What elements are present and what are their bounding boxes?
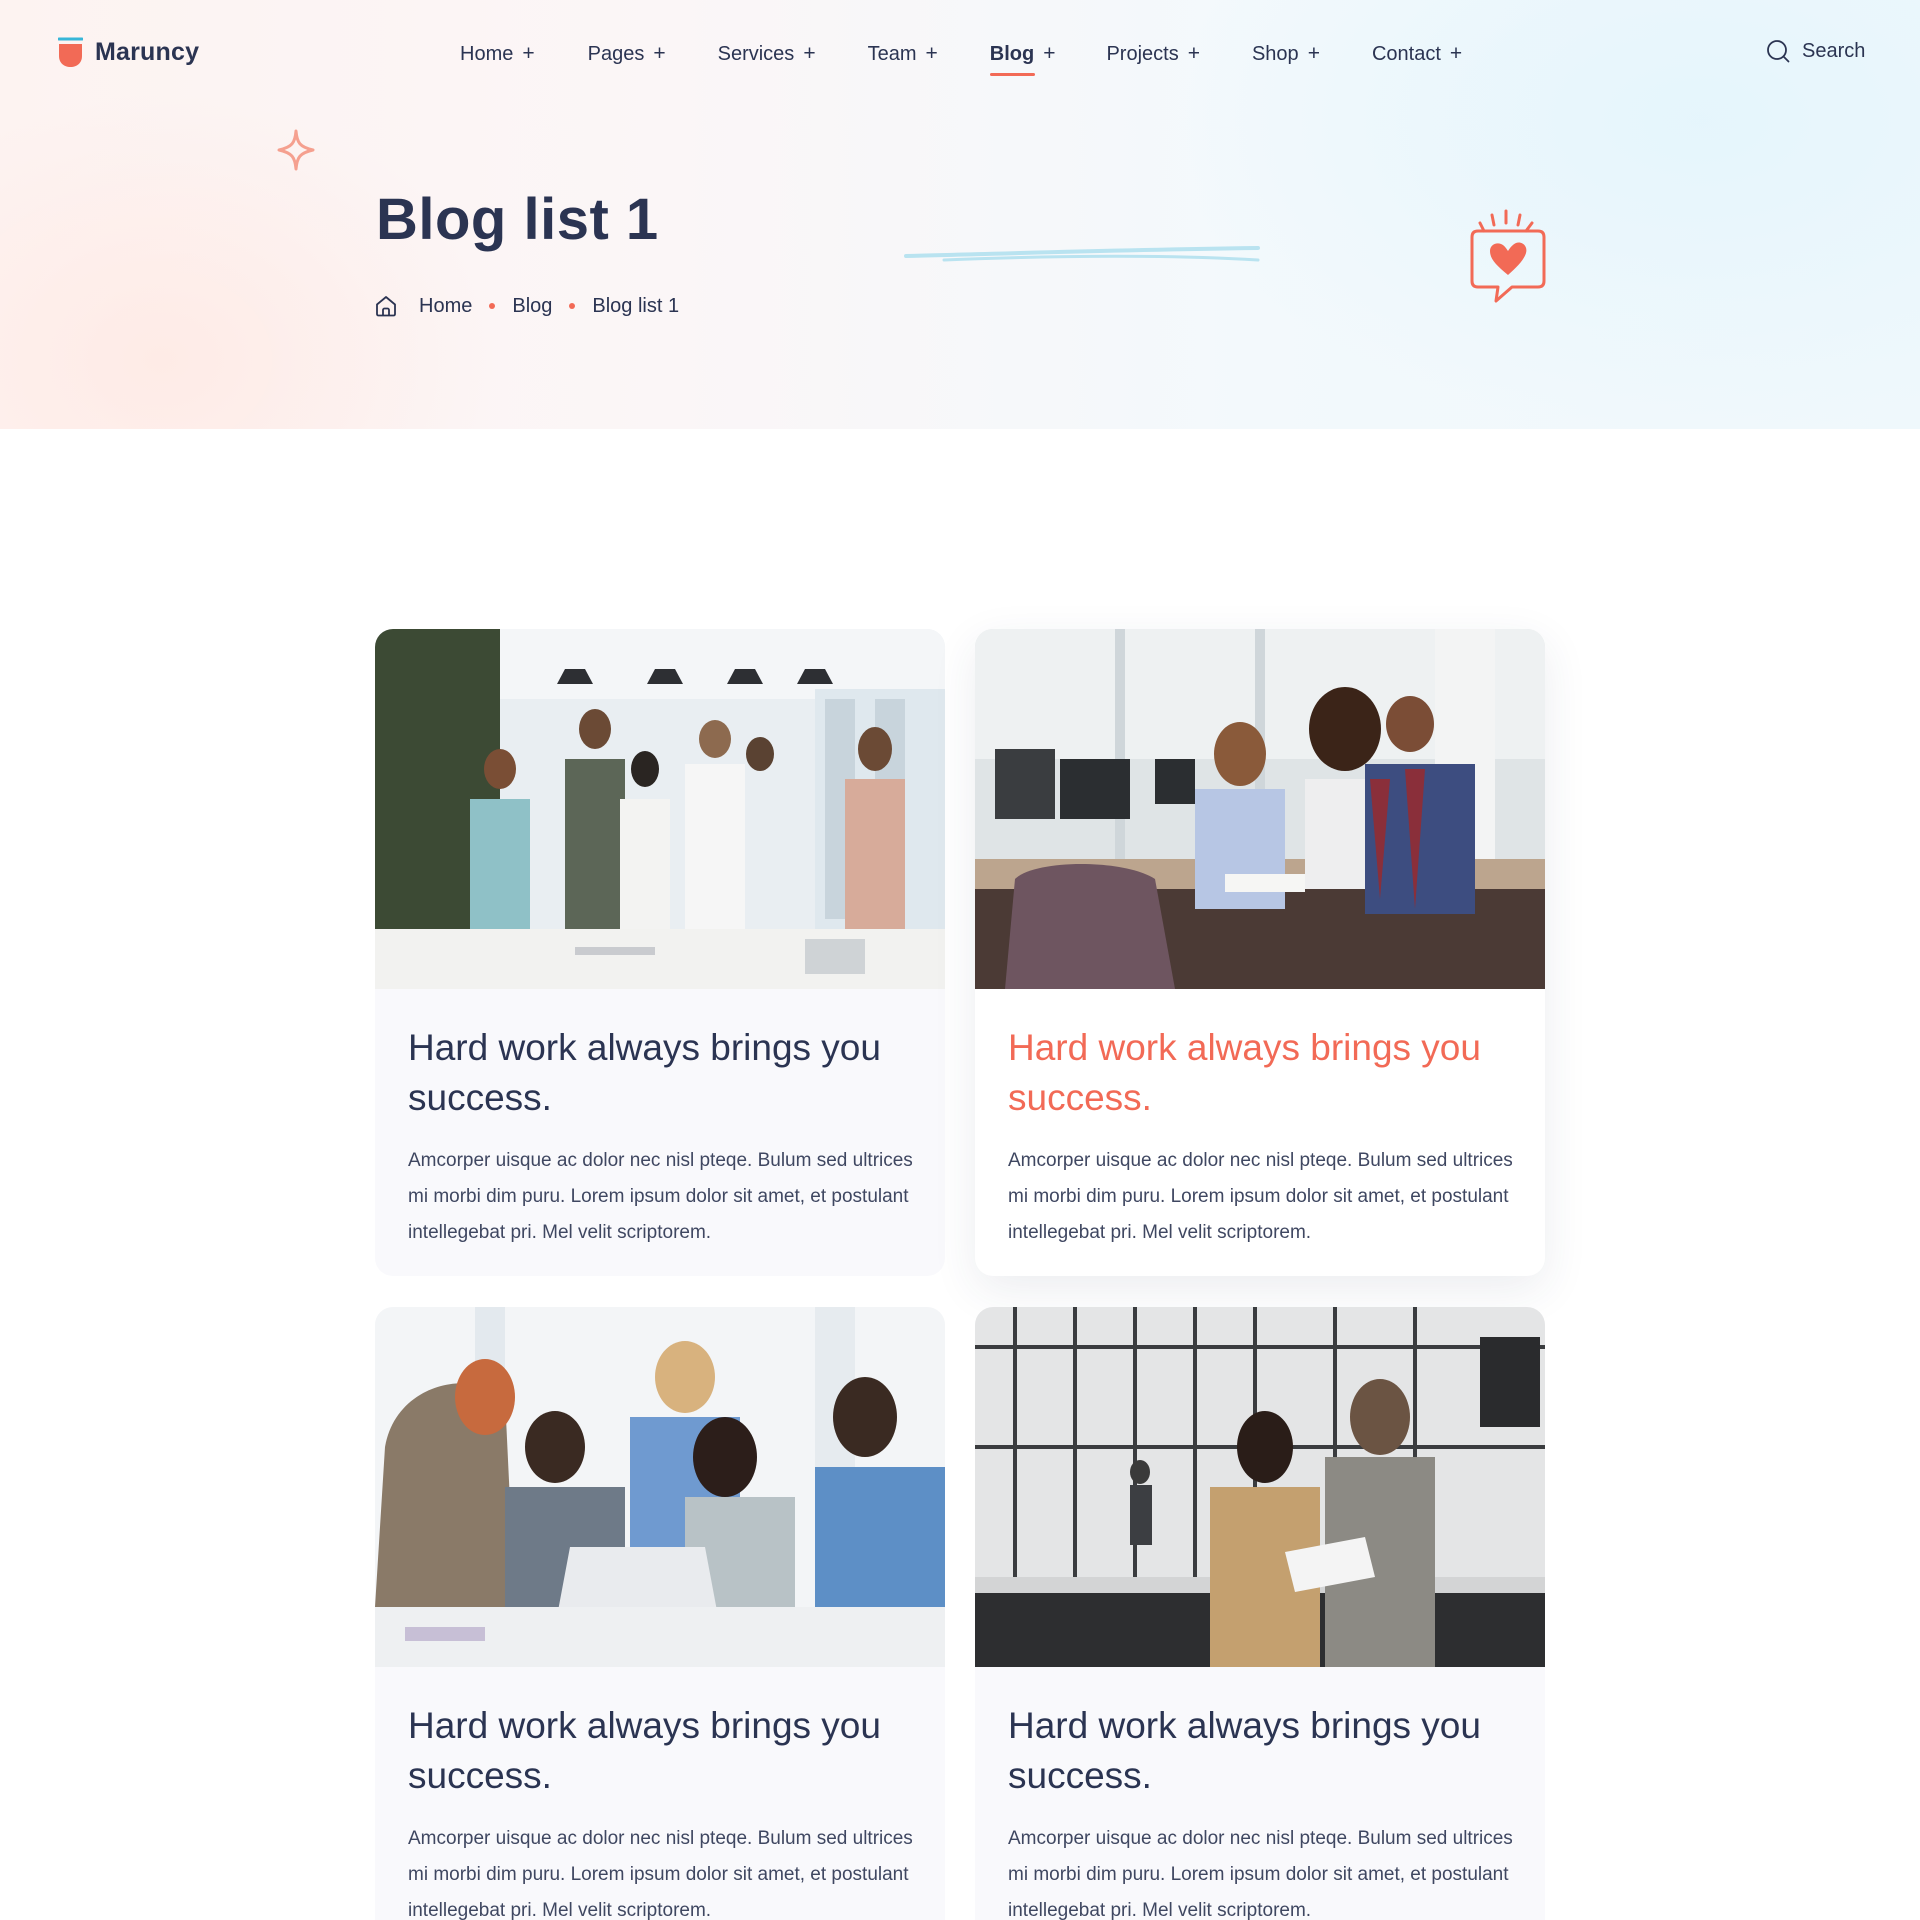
breadcrumb-current: Blog list 1 — [592, 294, 680, 317]
blog-card-excerpt: Amcorper uisque ac dolor nec nisl pteqe.… — [1008, 1150, 1513, 1243]
plus-icon: + — [1187, 42, 1200, 65]
nav-item-label: Blog — [989, 42, 1035, 65]
team-handshake-office-photo — [375, 629, 945, 989]
page-title: Blog list 1 — [376, 187, 659, 252]
nav-item-label: Home — [460, 42, 514, 65]
nav-item-pages[interactable]: Pages + — [588, 42, 666, 66]
breadcrumb-separator — [489, 303, 496, 309]
blog-card-image[interactable] — [375, 629, 945, 989]
blog-card-image[interactable] — [375, 1307, 945, 1667]
sparkle-icon — [277, 129, 315, 171]
plus-icon: + — [1307, 42, 1320, 65]
nav-item-team[interactable]: Team + — [868, 42, 938, 66]
blog-card[interactable]: Hard work always brings you success. Amc… — [375, 629, 945, 1276]
colleagues-reviewing-document-photo — [975, 629, 1545, 989]
breadcrumb-blog-link[interactable]: Blog — [512, 295, 552, 318]
brand-name: Maruncy — [95, 38, 200, 66]
plus-icon: + — [803, 42, 816, 65]
blog-card[interactable]: Hard work always brings you success. Amc… — [975, 629, 1545, 1276]
blog-card-excerpt: Amcorper uisque ac dolor nec nisl pteqe.… — [408, 1150, 913, 1243]
blog-card-title[interactable]: Hard work always brings you success. — [408, 1023, 913, 1123]
heart-chat-icon — [1470, 209, 1546, 303]
plus-icon: + — [1449, 42, 1463, 65]
plus-icon: + — [653, 42, 666, 65]
plus-icon: + — [522, 42, 535, 65]
search-button[interactable]: Search — [1766, 39, 1865, 64]
nav-item-home[interactable]: Home + — [460, 42, 535, 66]
breadcrumb: Home Blog Blog list 1 — [374, 294, 679, 318]
blog-card-image[interactable] — [975, 1307, 1545, 1667]
nav-item-label: Team — [867, 42, 917, 65]
main-nav: Home + Pages + Services + Team + Blog + … — [460, 42, 1462, 76]
search-icon — [1767, 40, 1790, 63]
nav-item-projects[interactable]: Projects + — [1106, 42, 1200, 66]
brand-logo[interactable]: Maruncy — [58, 36, 199, 69]
blog-card-excerpt: Amcorper uisque ac dolor nec nisl pteqe.… — [1008, 1828, 1513, 1920]
blog-card-title[interactable]: Hard work always brings you success. — [1008, 1701, 1513, 1801]
nav-item-label: Shop — [1251, 42, 1299, 65]
two-women-reviewing-papers-photo — [975, 1307, 1545, 1667]
nav-item-label: Services — [717, 42, 795, 65]
nav-item-services[interactable]: Services + — [718, 42, 816, 66]
home-icon[interactable] — [374, 294, 398, 318]
logo-cup-icon — [58, 37, 83, 67]
blog-card-title[interactable]: Hard work always brings you success. — [408, 1701, 913, 1801]
nav-item-shop[interactable]: Shop + — [1252, 42, 1320, 66]
page-hero: Maruncy Home + Pages + Services + Team +… — [0, 0, 1920, 429]
blog-card-excerpt: Amcorper uisque ac dolor nec nisl pteqe.… — [408, 1828, 913, 1920]
search-label: Search — [1802, 40, 1866, 62]
nav-item-blog[interactable]: Blog + — [989, 42, 1056, 76]
nav-item-label: Projects — [1106, 42, 1179, 65]
blog-card-title[interactable]: Hard work always brings you success. — [1008, 1023, 1513, 1123]
plus-icon: + — [925, 42, 938, 65]
nav-item-contact[interactable]: Contact + — [1372, 42, 1462, 66]
blog-card[interactable]: Hard work always brings you success. Amc… — [975, 1307, 1545, 1920]
breadcrumb-home-link[interactable]: Home — [419, 295, 472, 318]
nav-item-label: Contact — [1371, 42, 1441, 65]
team-meeting-laptop-photo — [375, 1307, 945, 1667]
decorative-strokes — [904, 246, 1260, 262]
plus-icon: + — [1043, 42, 1056, 65]
blog-card-image[interactable] — [975, 629, 1545, 989]
nav-item-label: Pages — [587, 42, 645, 65]
blog-card[interactable]: Hard work always brings you success. Amc… — [375, 1307, 945, 1920]
breadcrumb-separator — [569, 303, 576, 309]
